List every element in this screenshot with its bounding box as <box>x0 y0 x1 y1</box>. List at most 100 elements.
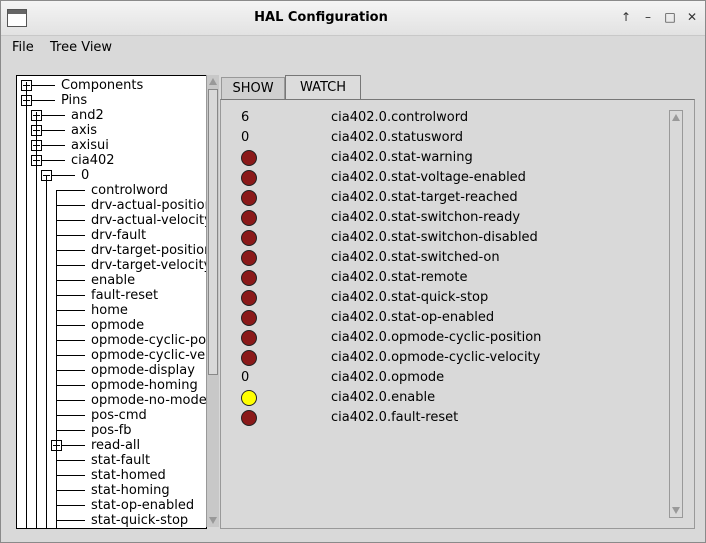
tree-connector <box>56 205 85 206</box>
led-on-icon <box>241 390 257 406</box>
scroll-up-icon[interactable] <box>209 78 217 85</box>
watch-pin-name: cia402.0.opmode-cyclic-position <box>331 330 542 345</box>
tree-item[interactable]: stat-homing <box>91 483 170 498</box>
menu-bar: File Tree View <box>1 36 705 60</box>
maximize-icon[interactable]: □ <box>661 8 679 26</box>
tree-connector <box>56 475 85 476</box>
tree-item[interactable]: opmode-display <box>91 363 195 378</box>
tree-item[interactable]: enable <box>91 273 135 288</box>
menu-file[interactable]: File <box>12 40 34 55</box>
led-off-icon <box>241 230 257 246</box>
watch-row: cia402.0.stat-quick-stop <box>241 288 661 308</box>
watch-row: cia402.0.stat-switched-on <box>241 248 661 268</box>
tree-item[interactable]: drv-target-position <box>91 243 206 258</box>
led-off-icon <box>241 310 257 326</box>
watch-row: cia402.0.enable <box>241 388 661 408</box>
tree-connector <box>56 385 85 386</box>
scroll-down-icon[interactable] <box>209 517 217 524</box>
watch-row: 0 cia402.0.opmode <box>241 368 661 388</box>
tree-item[interactable]: and2 <box>71 108 104 123</box>
tree-scrollbar[interactable] <box>206 75 219 527</box>
tree-item[interactable]: opmode <box>91 318 144 333</box>
tree-item[interactable]: read-all <box>91 438 140 453</box>
watch-pin-name: cia402.0.stat-switchon-disabled <box>331 230 538 245</box>
tree-item[interactable]: 0 <box>81 168 89 183</box>
watch-pin-name: cia402.0.stat-remote <box>331 270 468 285</box>
minimize-icon[interactable]: – <box>639 8 657 26</box>
watch-value: 0 <box>241 370 250 385</box>
watch-scroll-up-icon[interactable] <box>672 114 680 121</box>
led-off-icon <box>241 350 257 366</box>
tree-guide-line <box>26 85 27 528</box>
tree-item[interactable]: drv-fault <box>91 228 146 243</box>
tree-item[interactable]: opmode-cyclic-velocity <box>91 348 206 363</box>
tree-item[interactable]: stat-fault <box>91 453 150 468</box>
watch-value: 0 <box>241 130 250 145</box>
tree-item[interactable]: cia402 <box>71 153 115 168</box>
tree-item[interactable]: home <box>91 303 128 318</box>
led-off-icon <box>241 170 257 186</box>
watch-row: cia402.0.opmode-cyclic-position <box>241 328 661 348</box>
menu-tree-view[interactable]: Tree View <box>50 40 112 55</box>
tree-connector <box>56 190 85 191</box>
tree-item[interactable]: Pins <box>61 93 87 108</box>
watch-scroll-down-icon[interactable] <box>672 507 680 514</box>
watch-row: cia402.0.stat-op-enabled <box>241 308 661 328</box>
tree-item[interactable]: stat-quick-stop <box>91 513 188 528</box>
watch-row: cia402.0.fault-reset <box>241 408 661 428</box>
watch-pin-name: cia402.0.opmode <box>331 370 445 385</box>
watch-scrollbar[interactable] <box>669 110 683 518</box>
tree-item[interactable]: axis <box>71 123 97 138</box>
tree-item[interactable]: opmode-homing <box>91 378 198 393</box>
watch-pin-name: cia402.0.stat-switched-on <box>331 250 500 265</box>
tree-item[interactable]: opmode-no-mode <box>91 393 206 408</box>
tree-connector <box>56 265 85 266</box>
watch-row: cia402.0.stat-target-reached <box>241 188 661 208</box>
watch-row: 0 cia402.0.statusword <box>241 128 661 148</box>
watch-pin-name: cia402.0.stat-voltage-enabled <box>331 170 526 185</box>
watch-pin-name: cia402.0.stat-quick-stop <box>331 290 489 305</box>
tree-item[interactable]: pos-cmd <box>91 408 147 423</box>
tab-watch[interactable]: WATCH <box>285 75 361 100</box>
tree-item[interactable]: fault-reset <box>91 288 158 303</box>
tree-item[interactable]: Components <box>61 78 143 93</box>
tree-item[interactable]: axisui <box>71 138 109 153</box>
led-off-icon <box>241 210 257 226</box>
tree-item[interactable]: drv-target-velocity <box>91 258 206 273</box>
tree-item[interactable]: controlword <box>91 183 168 198</box>
tree-connector <box>56 490 85 491</box>
tree-guide-line <box>56 190 57 528</box>
watch-value: 6 <box>241 110 250 125</box>
keep-above-icon[interactable]: ↑ <box>617 8 635 26</box>
tree-item[interactable]: opmode-cyclic-position <box>91 333 206 348</box>
tree-connector <box>56 460 85 461</box>
watch-pin-name: cia402.0.stat-op-enabled <box>331 310 495 325</box>
led-off-icon <box>241 410 257 426</box>
tree-scroll-thumb[interactable] <box>208 89 218 375</box>
watch-row: cia402.0.stat-warning <box>241 148 661 168</box>
watch-pin-name: cia402.0.enable <box>331 390 436 405</box>
watch-pin-name: cia402.0.stat-switchon-ready <box>331 210 521 225</box>
watch-row: cia402.0.stat-switchon-disabled <box>241 228 661 248</box>
tab-show[interactable]: SHOW <box>221 77 285 100</box>
tree-connector <box>56 280 85 281</box>
led-off-icon <box>241 150 257 166</box>
tree-connector <box>56 250 85 251</box>
watch-pin-name: cia402.0.fault-reset <box>331 410 459 425</box>
watch-pin-name: cia402.0.stat-warning <box>331 150 473 165</box>
tree-connector <box>56 220 85 221</box>
tree-item[interactable]: stat-op-enabled <box>91 498 194 513</box>
tree-connector <box>56 310 85 311</box>
tree-connector <box>56 295 85 296</box>
close-icon[interactable]: ✕ <box>683 8 701 26</box>
pin-tree-view[interactable]: Components Pins and2 axis axisui cia402 0 contr… <box>16 75 207 529</box>
watch-row: cia402.0.stat-voltage-enabled <box>241 168 661 188</box>
tree-item[interactable]: pos-fb <box>91 423 132 438</box>
watch-row: 6 cia402.0.controlword <box>241 108 661 128</box>
title-bar[interactable]: HAL Configuration ↑ – □ ✕ <box>1 1 705 36</box>
led-off-icon <box>241 250 257 266</box>
tree-connector <box>56 370 85 371</box>
tree-item[interactable]: stat-homed <box>91 468 166 483</box>
tree-item[interactable]: drv-actual-velocity <box>91 213 206 228</box>
tree-item[interactable]: drv-actual-position <box>91 198 206 213</box>
